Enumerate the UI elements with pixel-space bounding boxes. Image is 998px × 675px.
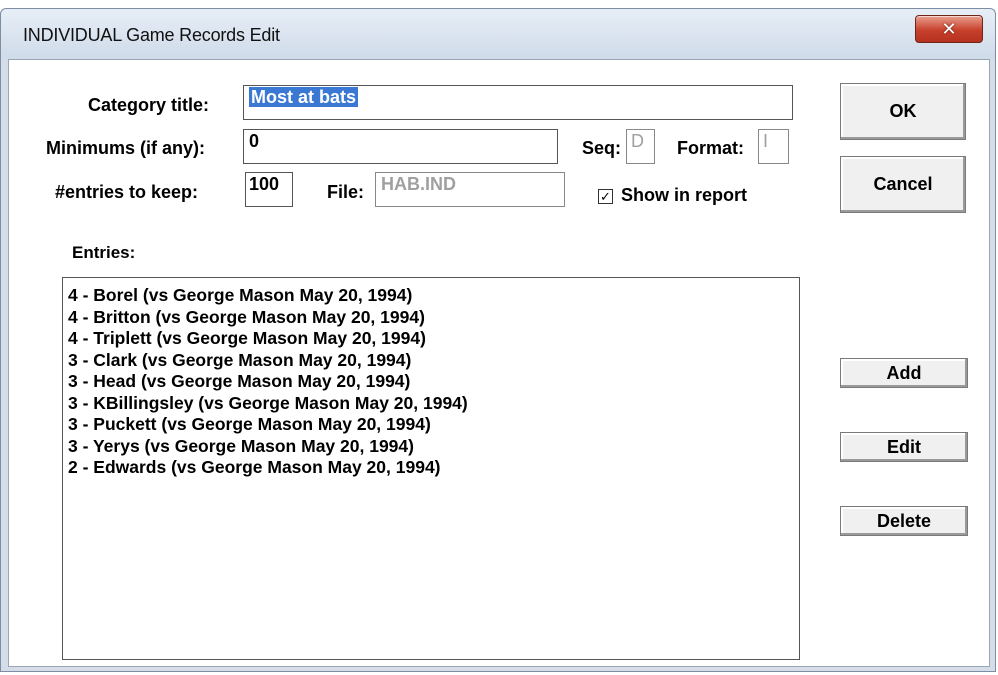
edit-button[interactable]: Edit <box>840 432 968 462</box>
show-in-report-label: Show in report <box>621 185 747 205</box>
category-title-input[interactable]: Most at bats <box>243 85 793 120</box>
show-in-report-checkbox[interactable]: ✓ <box>598 189 613 204</box>
window-title: INDIVIDUAL Game Records Edit <box>23 25 280 45</box>
ok-button[interactable]: OK <box>840 83 966 140</box>
entries-to-keep-label: #entries to keep: <box>55 182 199 202</box>
list-item[interactable]: 4 - Britton (vs George Mason May 20, 199… <box>68 307 794 329</box>
list-item[interactable]: 4 - Borel (vs George Mason May 20, 1994) <box>68 285 794 307</box>
list-item[interactable]: 3 - Puckett (vs George Mason May 20, 199… <box>68 414 794 436</box>
checkmark-icon: ✓ <box>600 189 611 204</box>
minimums-label: Minimums (if any): <box>46 138 206 158</box>
list-item[interactable]: 3 - KBillingsley (vs George Mason May 20… <box>68 393 794 415</box>
seq-label: Seq: <box>582 138 622 158</box>
file-label: File: <box>327 182 365 202</box>
cancel-button[interactable]: Cancel <box>840 156 966 213</box>
list-item[interactable]: 3 - Clark (vs George Mason May 20, 1994) <box>68 350 794 372</box>
minimums-input[interactable]: 0 <box>243 129 558 164</box>
format-input[interactable]: I <box>758 129 789 164</box>
seq-input[interactable]: D <box>626 129 655 164</box>
format-label: Format: <box>677 138 744 158</box>
delete-button[interactable]: Delete <box>840 506 968 536</box>
list-item[interactable]: 3 - Yerys (vs George Mason May 20, 1994) <box>68 436 794 458</box>
entries-listbox[interactable]: 4 - Borel (vs George Mason May 20, 1994)… <box>62 277 800 660</box>
entries-label: Entries: <box>72 243 136 262</box>
list-item[interactable]: 2 - Edwards (vs George Mason May 20, 199… <box>68 457 794 479</box>
close-icon: ✕ <box>941 19 957 39</box>
category-title-label: Category title: <box>88 95 210 115</box>
category-title-value: Most at bats <box>249 87 359 107</box>
close-button[interactable]: ✕ <box>915 15 983 43</box>
title-bar[interactable]: INDIVIDUAL Game Records Edit ✕ <box>1 9 995 59</box>
list-item[interactable]: 3 - Head (vs George Mason May 20, 1994) <box>68 371 794 393</box>
dialog-body: Category title: Most at bats Minimums (i… <box>8 59 990 667</box>
add-button[interactable]: Add <box>840 358 968 388</box>
dialog-window: INDIVIDUAL Game Records Edit ✕ Category … <box>0 8 996 672</box>
entries-to-keep-input[interactable]: 100 <box>245 172 293 207</box>
list-item[interactable]: 4 - Triplett (vs George Mason May 20, 19… <box>68 328 794 350</box>
file-input[interactable]: HAB.IND <box>375 172 565 207</box>
